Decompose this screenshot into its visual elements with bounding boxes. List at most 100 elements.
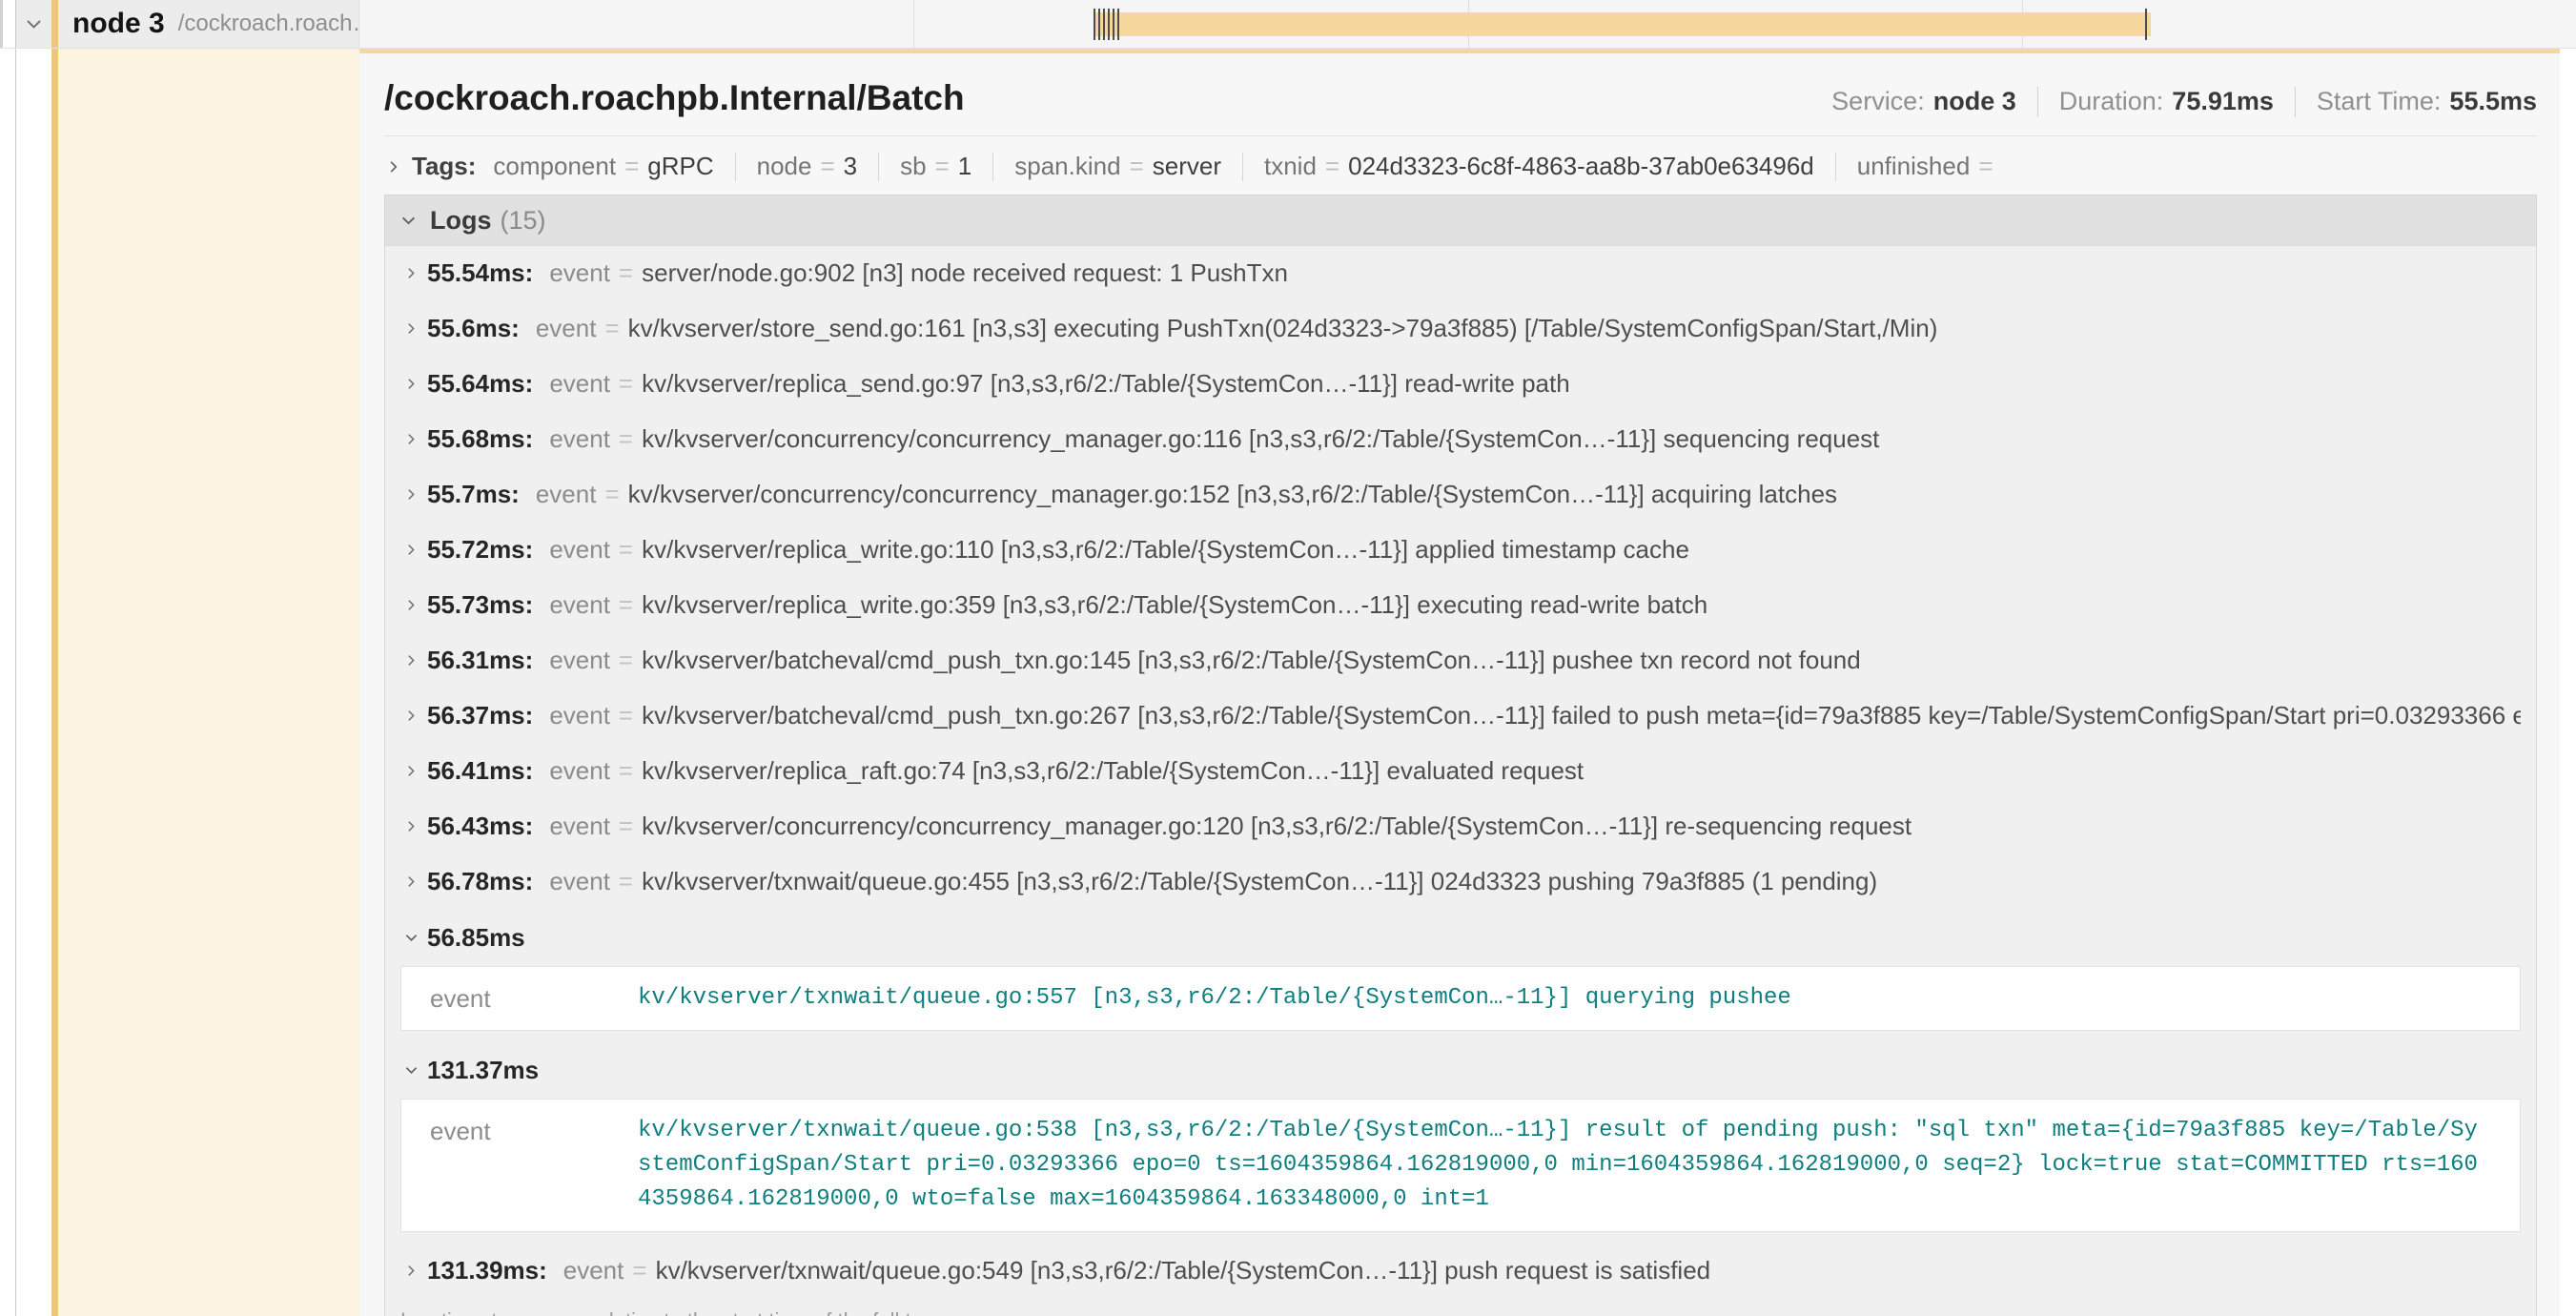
expand-log-chevron[interactable] xyxy=(395,265,427,281)
log-timestamp: 56.43ms: xyxy=(427,812,533,841)
log-field-key: event xyxy=(430,981,638,1014)
log-field-key: event xyxy=(549,701,610,730)
log-entry[interactable]: 56.78ms:event=kv/kvserver/txnwait/queue.… xyxy=(385,854,2536,910)
tag-value: 1 xyxy=(958,152,971,181)
log-timestamp: 131.37ms xyxy=(427,1056,539,1085)
chevron-right-icon xyxy=(404,542,418,558)
log-message: kv/kvserver/txnwait/queue.go:549 [n3,s3,… xyxy=(656,1256,2521,1285)
log-timestamp: 55.54ms: xyxy=(427,258,533,288)
log-entry[interactable]: 55.72ms:event=kv/kvserver/replica_write.… xyxy=(385,523,2536,578)
tag-separator xyxy=(1835,153,1836,181)
chevron-right-icon xyxy=(404,763,418,779)
left-gutter xyxy=(0,49,16,1316)
tag-key: txnid xyxy=(1264,152,1317,181)
log-equals-sign: = xyxy=(619,812,633,841)
log-timestamp: 55.68ms: xyxy=(427,424,533,454)
log-equals-sign: = xyxy=(619,369,633,399)
log-timestamp: 56.78ms: xyxy=(427,867,533,896)
log-entry-expanded-header[interactable]: 131.37ms xyxy=(385,1042,2536,1093)
log-entry[interactable]: 56.43ms: event = kv/kvserver/concurrency/co… xyxy=(385,799,2536,854)
log-marker-tick xyxy=(1117,9,1119,40)
log-entry[interactable]: 55.73ms:event=kv/kvserver/replica_write.… xyxy=(385,578,2536,633)
log-message: kv/kvserver/batcheval/cmd_push_txn.go:26… xyxy=(642,701,2521,730)
tag-value: 024d3323-6c8f-4863-aa8b-37ab0e63496d xyxy=(1348,152,1814,181)
log-message: server/node.go:902 [n3] node received re… xyxy=(642,258,2521,288)
collapse-log-chevron[interactable] xyxy=(395,931,427,945)
meta-label: Duration: xyxy=(2059,87,2164,116)
log-entry[interactable]: 56.37ms:event=kv/kvserver/batcheval/cmd_… xyxy=(385,689,2536,744)
log-entry[interactable]: 55.6ms:event=kv/kvserver/store_send.go:1… xyxy=(385,301,2536,357)
expand-log-chevron[interactable] xyxy=(395,763,427,779)
chevron-right-icon xyxy=(404,874,418,890)
collapse-log-chevron[interactable] xyxy=(395,1063,427,1078)
span-timeline-cell[interactable]: 75.91ms xyxy=(359,0,2576,48)
log-equals-sign: = xyxy=(619,590,633,620)
log-timestamp: 55.6ms: xyxy=(427,314,520,343)
tag-key: component xyxy=(493,152,616,181)
log-entry-expanded-header[interactable]: 56.85ms xyxy=(385,910,2536,960)
log-field-key: event xyxy=(549,590,610,620)
collapse-span-chevron[interactable] xyxy=(16,15,51,33)
log-message: kv/kvserver/concurrency/concurrency_mana… xyxy=(642,812,2521,841)
expand-log-chevron[interactable] xyxy=(395,818,427,834)
log-timestamp: 55.64ms: xyxy=(427,369,533,399)
log-entry[interactable]: 56.31ms:event=kv/kvserver/batcheval/cmd_… xyxy=(385,633,2536,689)
log-marker-tick xyxy=(1094,9,1095,40)
log-entry[interactable]: 55.7ms:event=kv/kvserver/concurrency/con… xyxy=(385,467,2536,523)
tag-key: unfinished xyxy=(1857,152,1971,181)
chevron-right-icon xyxy=(404,597,418,613)
log-message: kv/kvserver/replica_raft.go:74 [n3,s3,r6… xyxy=(642,756,2521,786)
meta-label: Start Time: xyxy=(2317,87,2442,116)
chevron-down-icon xyxy=(400,213,417,229)
span-color-stripe xyxy=(51,49,58,1316)
log-timestamp: 56.31ms: xyxy=(427,646,533,675)
meta-separator xyxy=(2295,87,2296,117)
log-message: kv/kvserver/concurrency/concurrency_mana… xyxy=(628,480,2521,509)
logs-accordion-header[interactable]: Logs (15) xyxy=(385,195,2536,246)
expand-log-chevron[interactable] xyxy=(395,320,427,337)
tag-equals-sign: = xyxy=(820,152,834,181)
log-entry[interactable]: 55.54ms:event=server/node.go:902 [n3] no… xyxy=(385,246,2536,301)
log-message: kv/kvserver/replica_write.go:110 [n3,s3,… xyxy=(642,535,2521,565)
left-gutter xyxy=(0,0,16,48)
span-detail-panel: /cockroach.roachpb.Internal/Batch Servic… xyxy=(359,49,2560,1316)
span-name-cell[interactable]: node 3 /cockroach.roach… xyxy=(16,0,359,48)
log-entry[interactable]: 56.41ms:event=kv/kvserver/replica_raft.g… xyxy=(385,744,2536,799)
log-entry[interactable]: 55.64ms:event=kv/kvserver/replica_send.g… xyxy=(385,357,2536,412)
expand-log-chevron[interactable] xyxy=(395,542,427,558)
log-equals-sign: = xyxy=(619,258,633,288)
chevron-right-icon xyxy=(404,818,418,834)
expand-log-chevron[interactable] xyxy=(395,376,427,392)
indent-spacer xyxy=(16,49,51,1316)
expand-log-chevron[interactable] xyxy=(395,597,427,613)
tags-accordion[interactable]: Tags: component=gRPCnode=3sb=1span.kind=… xyxy=(384,152,2537,181)
log-field-key: event xyxy=(549,867,610,896)
tag-separator xyxy=(1242,153,1243,181)
expand-log-chevron[interactable] xyxy=(395,431,427,447)
expand-log-chevron[interactable] xyxy=(395,874,427,890)
log-message: kv/kvserver/replica_send.go:97 [n3,s3,r6… xyxy=(642,369,2521,399)
log-field-key: event xyxy=(563,1256,624,1285)
timeline-gridline xyxy=(913,0,914,48)
log-equals-sign: = xyxy=(604,314,619,343)
chevron-right-icon xyxy=(404,320,418,337)
expand-log-chevron[interactable] xyxy=(395,652,427,668)
span-operation-name: /cockroach.roach… xyxy=(178,10,359,37)
log-message: kv/kvserver/replica_write.go:359 [n3,s3,… xyxy=(642,590,2521,620)
expand-log-chevron[interactable] xyxy=(395,1263,427,1279)
meta-separator xyxy=(2037,87,2038,117)
log-entry[interactable]: 131.39ms:event=kv/kvserver/txnwait/queue… xyxy=(385,1244,2536,1299)
chevron-right-icon xyxy=(404,486,418,503)
span-service-name: node 3 xyxy=(72,8,165,40)
log-entry[interactable]: 55.68ms:event=kv/kvserver/concurrency/co… xyxy=(385,412,2536,467)
expand-log-chevron[interactable] xyxy=(395,486,427,503)
span-name-column-tint xyxy=(58,49,359,1316)
tag-value: gRPC xyxy=(647,152,713,181)
logs-body: 55.54ms: event = server/node.go:902 [n3] no… xyxy=(385,246,2536,1299)
tags-label: Tags: xyxy=(412,152,476,181)
log-field-key: event xyxy=(549,812,610,841)
logs-container: Logs (15) 55.54ms: event = server/node.go:9… xyxy=(384,195,2537,1316)
expand-log-chevron[interactable] xyxy=(395,708,427,724)
meta-value: 75.91ms xyxy=(2172,87,2274,116)
span-meta: Service:node 3Duration:75.91msStart Time… xyxy=(1831,87,2537,117)
